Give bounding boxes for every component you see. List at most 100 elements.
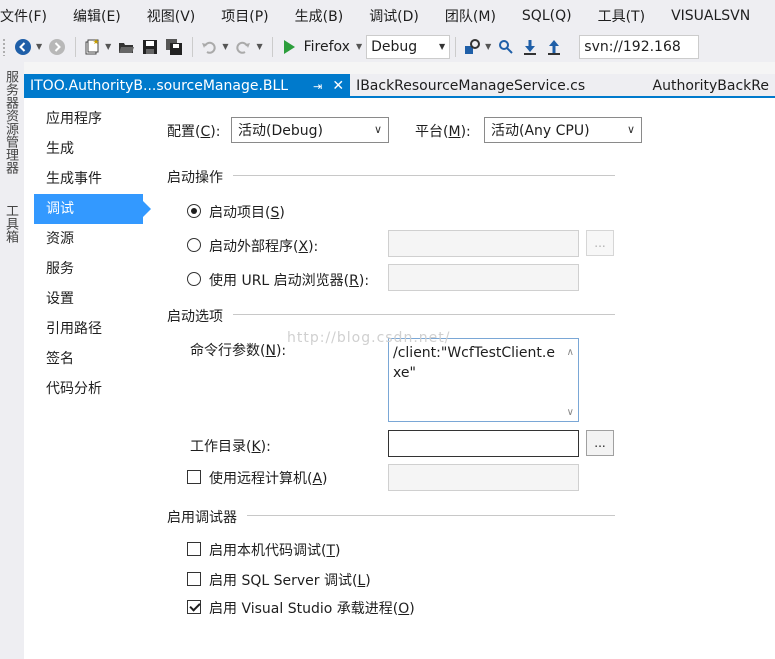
menu-visualsvn[interactable]: VISUALSVN: [671, 8, 750, 24]
forward-icon[interactable]: [46, 36, 68, 58]
tab-project-properties[interactable]: ITOO.AuthorityB...sourceManage.BLL ⇥ ✕: [24, 74, 351, 98]
svn-update-icon[interactable]: [519, 36, 541, 58]
start-external-program-label[interactable]: 启动外部程序(X):: [209, 236, 318, 256]
nav-selection-arrow: [143, 201, 151, 217]
nav-item-reference-paths[interactable]: 引用路径: [34, 314, 144, 344]
menu-edit[interactable]: 编辑(E): [73, 6, 121, 26]
configuration-select[interactable]: 活动(Debug) ∨: [231, 117, 389, 143]
menu-debug[interactable]: 调试(D): [369, 6, 419, 26]
use-remote-machine-checkbox[interactable]: [187, 470, 201, 484]
nav-item-code-analysis[interactable]: 代码分析: [34, 374, 144, 404]
back-icon[interactable]: [12, 36, 34, 58]
use-remote-machine-label[interactable]: 使用远程计算机(A): [209, 468, 328, 488]
toolbar-separator: [192, 36, 194, 57]
undo-icon[interactable]: [198, 36, 220, 58]
standard-toolbar: ▼ ▼ ▼ ▼ Firefox ▼ Debug ▼ ▼ svn://192.16…: [0, 31, 775, 62]
enable-native-debugging-checkbox[interactable]: [187, 542, 201, 556]
enable-debuggers-heading: 启用调试器: [167, 510, 237, 526]
side-tool-strip: 服务器资源管理器 工具箱: [0, 62, 24, 659]
configuration-label: 配置(C):: [167, 124, 221, 140]
enable-sql-debugging-checkbox[interactable]: [187, 572, 201, 586]
start-debugging-icon[interactable]: [278, 36, 300, 58]
enable-native-debugging-label[interactable]: 启用本机代码调试(T): [209, 540, 341, 560]
menu-file[interactable]: 文件(F): [0, 6, 47, 26]
close-icon[interactable]: ✕: [332, 78, 344, 94]
platform-value: 活动(Any CPU): [491, 123, 590, 139]
nav-item-settings[interactable]: 设置: [34, 284, 144, 314]
back-dropdown-icon[interactable]: ▼: [36, 42, 42, 51]
svn-diff-icon[interactable]: [495, 36, 517, 58]
run-target-dropdown-icon[interactable]: ▼: [356, 42, 362, 51]
tab-authoritybackre[interactable]: AuthorityBackRe: [647, 74, 775, 98]
nav-item-application[interactable]: 应用程序: [34, 104, 144, 134]
enable-hosting-process-checkbox[interactable]: [187, 600, 201, 614]
toolbar-grip[interactable]: [2, 37, 6, 56]
nav-item-services[interactable]: 服务: [34, 254, 144, 284]
tab-label: IBackResourceManageService.cs: [356, 78, 586, 94]
section-divider: [233, 314, 615, 315]
command-line-args-textarea[interactable]: /client:"WcfTestClient.exe" ∧ ∨: [388, 338, 579, 422]
tab-label: AuthorityBackRe: [652, 78, 770, 94]
section-divider: [233, 175, 615, 176]
nav-item-resources[interactable]: 资源: [34, 224, 144, 254]
project-properties-page: 应用程序 生成 生成事件 调试 资源 服务 设置 引用路径 签名 代码分析 配置…: [24, 98, 775, 659]
enable-hosting-process-label[interactable]: 启用 Visual Studio 承载进程(O): [209, 598, 415, 618]
debug-settings-panel: 配置(C): 活动(Debug) ∨ 平台(M): 活动(Any CPU) ∨ …: [167, 98, 775, 659]
command-line-args-value: /client:"WcfTestClient.exe": [393, 345, 555, 381]
redo-icon[interactable]: [232, 36, 254, 58]
nav-item-debug[interactable]: 调试: [34, 194, 143, 224]
start-external-program-radio[interactable]: [187, 238, 201, 252]
platform-select[interactable]: 活动(Any CPU) ∨: [484, 117, 642, 143]
scroll-up-icon[interactable]: ∧: [567, 343, 574, 363]
start-browser-url-label[interactable]: 使用 URL 启动浏览器(R):: [209, 270, 369, 290]
save-icon[interactable]: [139, 36, 161, 58]
start-project-label[interactable]: 启动项目(S): [209, 202, 285, 222]
working-directory-field[interactable]: [388, 430, 579, 457]
find-in-files-icon[interactable]: [461, 36, 483, 58]
menu-build[interactable]: 生成(B): [295, 6, 344, 26]
solution-configuration-value: Debug: [371, 38, 418, 55]
enable-sql-debugging-label[interactable]: 启用 SQL Server 调试(L): [209, 570, 371, 590]
external-program-browse-button[interactable]: ...: [586, 230, 614, 256]
menu-project[interactable]: 项目(P): [221, 6, 268, 26]
svn-url-field[interactable]: svn://192.168: [579, 34, 700, 59]
external-program-field[interactable]: [388, 230, 579, 257]
tab-label: ITOO.AuthorityB...sourceManage.BLL: [30, 78, 289, 94]
svn-commit-icon[interactable]: [543, 36, 565, 58]
remote-machine-field[interactable]: [388, 464, 579, 491]
section-divider: [247, 515, 615, 516]
undo-dropdown-icon[interactable]: ▼: [222, 42, 228, 51]
svn-url-value: svn://192.168: [584, 38, 681, 55]
start-browser-url-radio[interactable]: [187, 272, 201, 286]
nav-item-signing[interactable]: 签名: [34, 344, 144, 374]
menu-tools[interactable]: 工具(T): [598, 6, 645, 26]
pin-icon[interactable]: ⇥: [313, 80, 322, 93]
browser-url-field[interactable]: [388, 264, 579, 291]
open-file-icon[interactable]: [115, 36, 137, 58]
server-explorer-tab[interactable]: 服务器资源管理器: [0, 70, 20, 174]
find-dropdown-icon[interactable]: ▼: [485, 42, 491, 51]
run-target-label[interactable]: Firefox: [304, 39, 350, 55]
working-directory-label: 工作目录(K):: [190, 439, 271, 455]
watermark-text: http://blog.csdn.net/: [287, 330, 451, 346]
menu-sql[interactable]: SQL(Q): [522, 8, 572, 24]
nav-item-build-events[interactable]: 生成事件: [34, 164, 144, 194]
menu-team[interactable]: 团队(M): [445, 6, 496, 26]
command-line-args-label: 命令行参数(N):: [190, 343, 287, 359]
scroll-down-icon[interactable]: ∨: [567, 403, 574, 423]
new-project-icon[interactable]: [81, 36, 103, 58]
chevron-down-icon: ▼: [438, 42, 446, 51]
new-dropdown-icon[interactable]: ▼: [105, 42, 111, 51]
start-project-radio[interactable]: [187, 204, 201, 218]
start-options-heading: 启动选项: [167, 309, 223, 325]
working-directory-browse-button[interactable]: ...: [586, 430, 614, 456]
toolbar-separator: [75, 36, 77, 57]
solution-configuration-select[interactable]: Debug ▼: [366, 34, 451, 59]
toolbar-separator: [271, 36, 273, 57]
toolbox-tab[interactable]: 工具箱: [0, 204, 20, 243]
nav-item-build[interactable]: 生成: [34, 134, 144, 164]
save-all-icon[interactable]: [163, 36, 185, 58]
redo-dropdown-icon[interactable]: ▼: [256, 42, 262, 51]
tab-ibackresourcemanageservice[interactable]: IBackResourceManageService.cs: [350, 74, 646, 98]
menu-view[interactable]: 视图(V): [147, 6, 196, 26]
